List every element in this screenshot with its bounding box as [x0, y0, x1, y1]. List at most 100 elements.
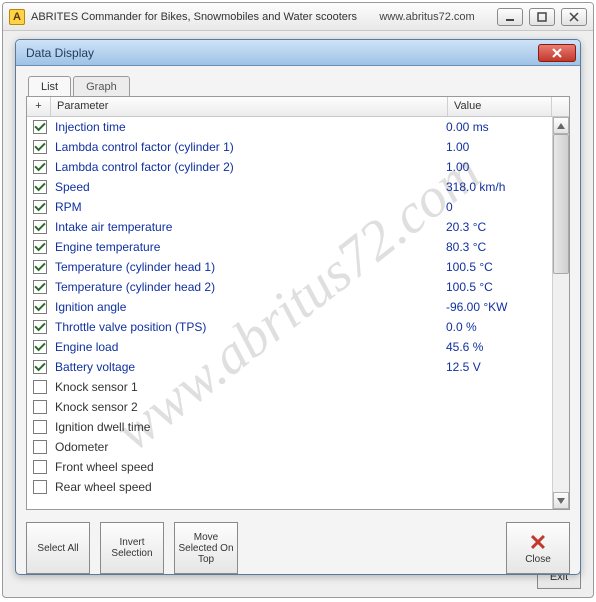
tab-list[interactable]: List [28, 76, 71, 97]
parameter-name: Odometer [55, 440, 446, 454]
row-checkbox[interactable] [33, 180, 47, 194]
main-titlebar: A ABRITES Commander for Bikes, Snowmobil… [3, 3, 593, 31]
row-checkbox[interactable] [33, 380, 47, 394]
table-row[interactable]: Ignition angle-96.00 °KW [27, 297, 552, 317]
table-row[interactable]: Lambda control factor (cylinder 2)1.00 [27, 157, 552, 177]
select-all-button[interactable]: Select All [26, 522, 90, 574]
parameter-value: -96.00 °KW [446, 300, 546, 314]
parameter-value: 1.00 [446, 140, 546, 154]
table-row[interactable]: Lambda control factor (cylinder 1)1.00 [27, 137, 552, 157]
table-row[interactable]: Battery voltage12.5 V [27, 357, 552, 377]
parameter-value: 318.0 km/h [446, 180, 546, 194]
main-window-url: www.abritus72.com [357, 11, 497, 23]
parameter-name: RPM [55, 200, 446, 214]
scroll-down-button[interactable] [553, 492, 569, 509]
table-row[interactable]: RPM0 [27, 197, 552, 217]
close-window-button[interactable] [561, 8, 587, 26]
parameter-name: Injection time [55, 120, 446, 134]
maximize-icon [537, 12, 547, 22]
dialog-body: List Graph + Parameter Value Injection t… [16, 66, 580, 574]
table-row[interactable]: Rear wheel speed [27, 477, 552, 497]
table-row[interactable]: Temperature (cylinder head 1)100.5 °C [27, 257, 552, 277]
table-row[interactable]: Engine load45.6 % [27, 337, 552, 357]
row-checkbox[interactable] [33, 340, 47, 354]
tab-graph[interactable]: Graph [73, 76, 130, 97]
parameter-name: Lambda control factor (cylinder 2) [55, 160, 446, 174]
parameter-value: 20.3 °C [446, 220, 546, 234]
parameter-value: 100.5 °C [446, 260, 546, 274]
parameter-name: Lambda control factor (cylinder 1) [55, 140, 446, 154]
table-row[interactable]: Throttle valve position (TPS)0.0 % [27, 317, 552, 337]
table-row[interactable]: Front wheel speed [27, 457, 552, 477]
table-row[interactable]: Temperature (cylinder head 2)100.5 °C [27, 277, 552, 297]
column-header-parameter[interactable]: Parameter [51, 97, 448, 116]
column-header-value[interactable]: Value [448, 97, 552, 116]
chevron-up-icon [557, 123, 565, 129]
close-icon [569, 12, 579, 22]
main-window-title: ABRITES Commander for Bikes, Snowmobiles… [31, 11, 357, 23]
column-header-scroll [552, 97, 569, 116]
close-button[interactable]: ✕ Close [506, 522, 570, 574]
dialog-close-button[interactable] [538, 44, 576, 62]
row-checkbox[interactable] [33, 160, 47, 174]
parameter-name: Ignition angle [55, 300, 446, 314]
app-icon: A [9, 9, 25, 25]
parameter-name: Knock sensor 1 [55, 380, 446, 394]
minimize-button[interactable] [497, 8, 523, 26]
dialog-titlebar: Data Display [16, 40, 580, 66]
parameter-name: Engine load [55, 340, 446, 354]
scrollbar[interactable] [552, 117, 569, 509]
row-checkbox[interactable] [33, 220, 47, 234]
list-rows: Injection time0.00 msLambda control fact… [27, 117, 552, 509]
scroll-thumb[interactable] [553, 134, 569, 274]
row-checkbox[interactable] [33, 400, 47, 414]
row-checkbox[interactable] [33, 300, 47, 314]
move-selected-on-top-button[interactable]: Move Selected On Top [174, 522, 238, 574]
parameter-value: 45.6 % [446, 340, 546, 354]
table-row[interactable]: Knock sensor 2 [27, 397, 552, 417]
table-row[interactable]: Knock sensor 1 [27, 377, 552, 397]
row-checkbox[interactable] [33, 420, 47, 434]
row-checkbox[interactable] [33, 260, 47, 274]
row-checkbox[interactable] [33, 140, 47, 154]
row-checkbox[interactable] [33, 240, 47, 254]
scroll-track[interactable] [553, 134, 569, 492]
minimize-icon [505, 12, 515, 22]
table-row[interactable]: Odometer [27, 437, 552, 457]
window-buttons [497, 8, 587, 26]
scroll-up-button[interactable] [553, 117, 569, 134]
table-row[interactable]: Speed318.0 km/h [27, 177, 552, 197]
row-checkbox[interactable] [33, 360, 47, 374]
button-spacer [248, 522, 496, 574]
invert-selection-button[interactable]: Invert Selection [100, 522, 164, 574]
table-row[interactable]: Ignition dwell time [27, 417, 552, 437]
button-bar: Select All Invert Selection Move Selecte… [26, 522, 570, 574]
dialog-title: Data Display [26, 46, 538, 60]
parameter-value: 0.0 % [446, 320, 546, 334]
maximize-button[interactable] [529, 8, 555, 26]
close-icon [551, 48, 563, 58]
row-checkbox[interactable] [33, 200, 47, 214]
parameter-value: 1.00 [446, 160, 546, 174]
row-checkbox[interactable] [33, 480, 47, 494]
table-row[interactable]: Engine temperature80.3 °C [27, 237, 552, 257]
parameter-value: 100.5 °C [446, 280, 546, 294]
row-checkbox[interactable] [33, 120, 47, 134]
table-row[interactable]: Injection time0.00 ms [27, 117, 552, 137]
parameter-name: Temperature (cylinder head 1) [55, 260, 446, 274]
tabs: List Graph [26, 76, 570, 97]
parameter-name: Throttle valve position (TPS) [55, 320, 446, 334]
list-header: + Parameter Value [27, 97, 569, 117]
parameter-value: 80.3 °C [446, 240, 546, 254]
table-row[interactable]: Intake air temperature20.3 °C [27, 217, 552, 237]
parameter-value: 0 [446, 200, 546, 214]
row-checkbox[interactable] [33, 440, 47, 454]
row-checkbox[interactable] [33, 460, 47, 474]
close-x-icon: ✕ [529, 532, 547, 554]
parameter-name: Ignition dwell time [55, 420, 446, 434]
close-label: Close [525, 554, 551, 565]
row-checkbox[interactable] [33, 280, 47, 294]
row-checkbox[interactable] [33, 320, 47, 334]
column-header-checkbox[interactable]: + [27, 97, 51, 116]
parameter-value: 0.00 ms [446, 120, 546, 134]
